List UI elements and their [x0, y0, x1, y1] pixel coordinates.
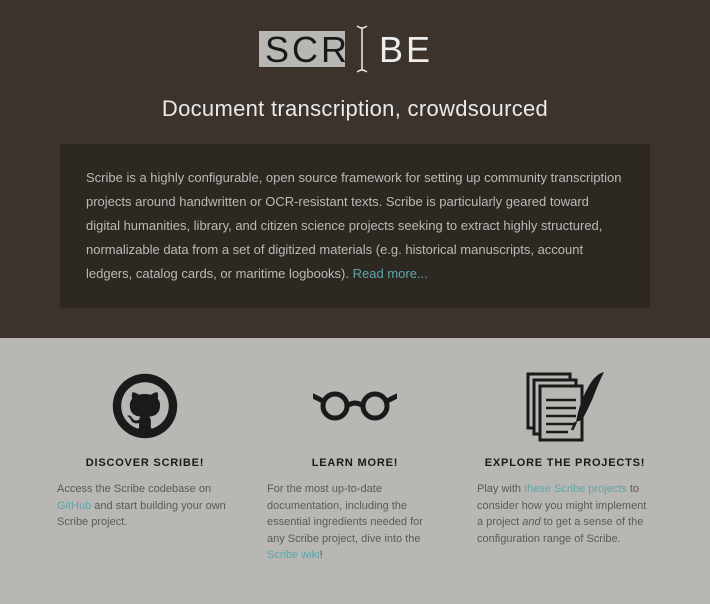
- glasses-icon: [265, 368, 445, 443]
- card-discover: DISCOVER SCRIBE! Access the Scribe codeb…: [55, 368, 235, 564]
- card-learn: LEARN MORE! For the most up-to-date docu…: [265, 368, 445, 564]
- logo-left-text: SCR: [265, 29, 350, 70]
- tagline: Document transcription, crowdsourced: [0, 96, 710, 122]
- card-explore: EXPLORE THE PROJECTS! Play with these Sc…: [475, 368, 655, 564]
- card-discover-text: Access the Scribe codebase on GitHub and…: [55, 481, 235, 531]
- github-link[interactable]: GitHub: [57, 500, 91, 512]
- hero-section: SCR BE Document transcription, crowdsour…: [0, 0, 710, 338]
- documents-quill-icon: [475, 368, 655, 443]
- description-text: Scribe is a highly configurable, open so…: [86, 166, 624, 286]
- wiki-link[interactable]: Scribe wiki: [267, 549, 320, 561]
- card-discover-heading: DISCOVER SCRIBE!: [55, 457, 235, 469]
- logo-right-text: BE: [379, 29, 433, 70]
- description-box: Scribe is a highly configurable, open so…: [60, 144, 650, 308]
- github-icon: [55, 368, 235, 443]
- explore-emphasis: and: [522, 516, 540, 528]
- scribe-logo-svg: SCR BE: [245, 22, 465, 76]
- card-explore-heading: EXPLORE THE PROJECTS!: [475, 457, 655, 469]
- logo: SCR BE: [0, 22, 710, 76]
- card-explore-text: Play with these Scribe projects to consi…: [475, 481, 655, 547]
- card-learn-text: For the most up-to-date documentation, i…: [265, 481, 445, 564]
- projects-link[interactable]: these Scribe projects: [524, 483, 627, 495]
- read-more-link[interactable]: Read more...: [353, 266, 428, 281]
- card-learn-heading: LEARN MORE!: [265, 457, 445, 469]
- description-body: Scribe is a highly configurable, open so…: [86, 170, 621, 281]
- cards-section: DISCOVER SCRIBE! Access the Scribe codeb…: [0, 338, 710, 604]
